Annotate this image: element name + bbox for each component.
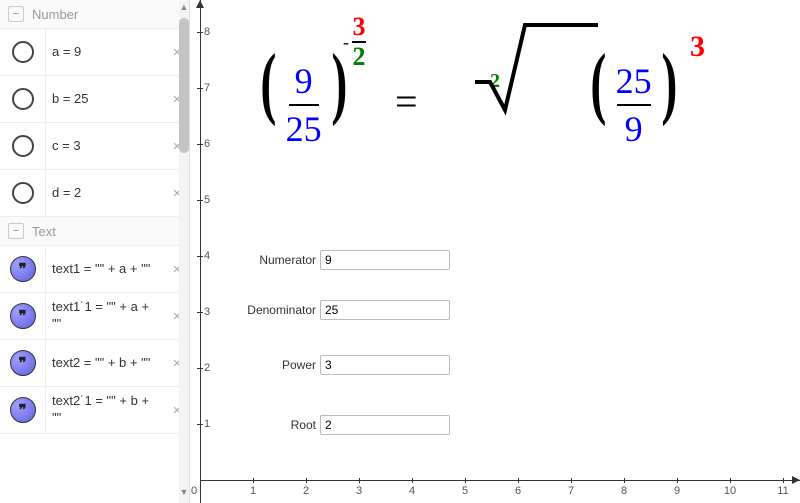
row-expr[interactable]: a = 9 — [46, 40, 165, 65]
x-axis-arrow-icon — [792, 476, 800, 484]
row-text1-1[interactable]: ❞ text1˙1 = "" + a + "" × — [0, 293, 189, 340]
y-tick: 7 — [204, 82, 210, 94]
exponent-sign: - — [343, 32, 349, 53]
power-input[interactable] — [320, 355, 450, 375]
visibility-toggle[interactable]: ❞ — [0, 387, 46, 433]
field-label: Power — [240, 358, 320, 372]
collapse-icon[interactable]: − — [8, 6, 24, 22]
row-expr[interactable]: b = 25 — [46, 87, 165, 112]
equation-right[interactable]: ( 25 9 ) — [585, 55, 682, 150]
row-b[interactable]: b = 25 × — [0, 76, 189, 123]
paren-open-icon: ( — [590, 55, 606, 111]
x-tick: 3 — [356, 485, 362, 497]
row-c[interactable]: c = 3 × — [0, 123, 189, 170]
circle-icon — [12, 135, 34, 157]
x-tick: 7 — [568, 485, 574, 497]
circle-icon — [12, 88, 34, 110]
row-expr[interactable]: d = 2 — [46, 181, 165, 206]
visibility-toggle[interactable] — [0, 123, 46, 169]
circle-icon — [12, 182, 34, 204]
algebra-panel: − Number a = 9 × b = 25 × c = 3 × d = 2 … — [0, 0, 190, 503]
circle-icon — [12, 41, 34, 63]
x-tick: 5 — [462, 485, 468, 497]
y-tick: 4 — [204, 250, 210, 262]
text-icon: ❞ — [10, 350, 36, 376]
right-exponent: 3 — [690, 30, 705, 64]
scrollbar-thumb[interactable] — [179, 18, 189, 153]
y-axis-arrow-icon — [196, 0, 204, 8]
graphics-view[interactable]: 1 2 3 4 5 6 7 8 0 1 2 3 4 5 6 7 8 9 10 1… — [190, 0, 800, 503]
row-expr[interactable]: c = 3 — [46, 134, 165, 159]
paren-close-icon: ) — [331, 55, 347, 111]
y-tick: 5 — [204, 194, 210, 206]
visibility-toggle[interactable] — [0, 170, 46, 216]
row-text2[interactable]: ❞ text2 = "" + b + "" × — [0, 340, 189, 387]
y-tick: 3 — [204, 306, 210, 318]
paren-close-icon: ) — [661, 55, 677, 111]
row-text1[interactable]: ❞ text1 = "" + a + "" × — [0, 246, 189, 293]
scroll-down-icon[interactable]: ▼ — [179, 487, 189, 501]
paren-open-icon: ( — [260, 55, 276, 111]
field-label: Denominator — [240, 303, 320, 317]
y-tick: 6 — [204, 138, 210, 150]
fraction-right: 25 9 — [616, 60, 652, 150]
x-tick: 0 — [191, 485, 197, 497]
sidebar-scrollbar[interactable]: ▲ ▼ — [179, 0, 189, 503]
denominator-input[interactable] — [320, 300, 450, 320]
text-icon: ❞ — [10, 397, 36, 423]
numerator-input[interactable] — [320, 250, 450, 270]
equals-sign: = — [395, 78, 418, 125]
row-a[interactable]: a = 9 × — [0, 29, 189, 76]
field-label: Root — [240, 418, 320, 432]
scroll-up-icon[interactable]: ▲ — [179, 2, 189, 16]
group-header-text[interactable]: − Text — [0, 217, 189, 246]
x-tick: 6 — [515, 485, 521, 497]
radical-icon — [470, 20, 600, 120]
text-icon: ❞ — [10, 303, 36, 329]
y-tick: 8 — [204, 26, 210, 38]
field-numerator: Numerator — [240, 250, 450, 270]
collapse-icon[interactable]: − — [8, 223, 24, 239]
x-tick: 4 — [409, 485, 415, 497]
group-header-number[interactable]: − Number — [0, 0, 189, 29]
visibility-toggle[interactable]: ❞ — [0, 246, 46, 292]
field-label: Numerator — [240, 253, 320, 267]
row-expr[interactable]: text2 = "" + b + "" — [46, 351, 165, 376]
field-power: Power — [240, 355, 450, 375]
row-text2-1[interactable]: ❞ text2˙1 = "" + b + "" × — [0, 387, 189, 434]
x-tick: 11 — [777, 485, 788, 497]
visibility-toggle[interactable]: ❞ — [0, 340, 46, 386]
group-title: Text — [32, 224, 56, 239]
row-expr[interactable]: text1 = "" + a + "" — [46, 257, 165, 282]
exponent-fraction: 3 2 — [352, 14, 366, 70]
row-d[interactable]: d = 2 × — [0, 170, 189, 217]
equation-left[interactable]: ( 9 25 ) — [255, 55, 352, 150]
field-denominator: Denominator — [240, 300, 450, 320]
x-tick: 8 — [621, 485, 627, 497]
row-expr[interactable]: text1˙1 = "" + a + "" — [46, 295, 165, 337]
field-root: Root — [240, 415, 450, 435]
y-tick: 2 — [204, 362, 210, 374]
x-tick: 1 — [250, 485, 256, 497]
text-icon: ❞ — [10, 256, 36, 282]
y-tick: 1 — [204, 418, 210, 430]
fraction-left: 9 25 — [286, 60, 322, 150]
x-tick: 9 — [674, 485, 680, 497]
root-input[interactable] — [320, 415, 450, 435]
group-title: Number — [32, 7, 78, 22]
visibility-toggle[interactable] — [0, 76, 46, 122]
visibility-toggle[interactable] — [0, 29, 46, 75]
x-tick: 2 — [303, 485, 309, 497]
row-expr[interactable]: text2˙1 = "" + b + "" — [46, 389, 165, 431]
visibility-toggle[interactable]: ❞ — [0, 293, 46, 339]
x-tick: 10 — [724, 485, 736, 497]
